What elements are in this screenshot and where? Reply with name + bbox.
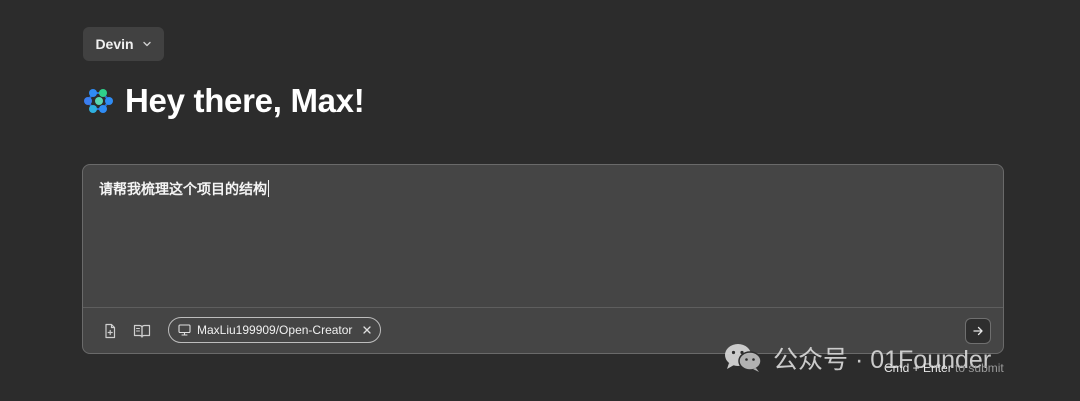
- prompt-input-text: 请帮我梳理这个项目的结构: [99, 181, 267, 197]
- shortcut-keys: Cmd + Enter: [884, 361, 952, 375]
- prompt-input[interactable]: 请帮我梳理这个项目的结构: [83, 165, 1003, 307]
- close-icon: [363, 326, 372, 334]
- text-caret: [268, 180, 269, 197]
- repo-chip[interactable]: MaxLiu199909/Open-Creator: [168, 317, 382, 343]
- agent-selector-label: Devin: [95, 36, 134, 52]
- knowledge-button[interactable]: [131, 320, 153, 342]
- shortcut-hint: Cmd + Enter to submit: [884, 361, 1004, 375]
- wechat-logo-icon: [725, 344, 762, 372]
- repo-name: MaxLiu199909/Open-Creator: [197, 323, 353, 337]
- greeting: Hey there, Max!: [83, 80, 365, 122]
- agent-selector[interactable]: Devin: [83, 27, 164, 61]
- chevron-down-icon: [142, 39, 152, 49]
- arrow-right-icon: [973, 326, 983, 336]
- page: Devin Hey there, Max! 请帮我梳理这个项目的结构 MaxLi…: [0, 0, 1080, 401]
- monitor-icon: [178, 324, 191, 336]
- attach-file-button[interactable]: [99, 320, 121, 342]
- shortcut-suffix: to submit: [955, 361, 1004, 375]
- devin-logo-icon: [84, 89, 113, 113]
- prompt-composer: 请帮我梳理这个项目的结构 MaxLiu199909/Open-Creator: [82, 164, 1004, 354]
- file-plus-icon: [105, 323, 116, 339]
- book-icon: [133, 324, 151, 338]
- page-title: Hey there, Max!: [125, 82, 365, 119]
- remove-repo-button[interactable]: [362, 325, 372, 335]
